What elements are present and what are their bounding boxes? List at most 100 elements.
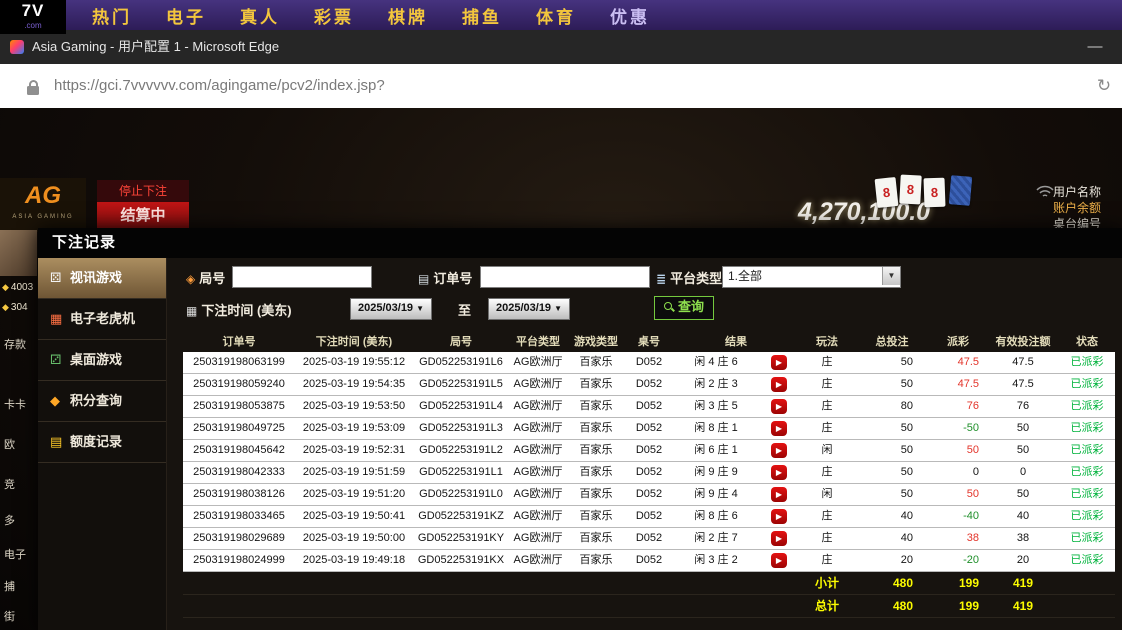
sidebar-item-points-query[interactable]: ◆积分查询 (38, 381, 166, 422)
modal-header: 下注记录 (38, 228, 1122, 258)
cell-valid: 20 (987, 550, 1059, 571)
nav-item-fishing[interactable]: 捕鱼 (462, 3, 502, 28)
table-row: 2503191980631992025-03-19 19:55:12GD0522… (183, 352, 1115, 374)
replay-button[interactable]: ▶ (771, 399, 787, 414)
nav-item-live[interactable]: 真人 (240, 3, 280, 28)
cell-platform: AG欧洲厅 (509, 550, 567, 571)
cards: 8 8 8 (876, 174, 976, 214)
cell-round: GD052253191KY (413, 528, 509, 549)
strip-item-slots[interactable]: 电子 (4, 546, 37, 562)
cell-status: 已派彩 (1059, 352, 1115, 373)
cell-time: 2025-03-19 19:53:50 (295, 396, 413, 417)
sidebar-item-table-games[interactable]: ⚂桌面游戏 (38, 340, 166, 381)
cell-payout: -20 (929, 550, 987, 571)
coin-icon: ◆ (2, 302, 9, 312)
replay-button[interactable]: ▶ (771, 443, 787, 458)
col-header-game: 游戏类型 (567, 332, 625, 352)
cell-replay: ▶ (759, 396, 799, 417)
search-button[interactable]: 查询 (654, 296, 714, 320)
replay-button[interactable]: ▶ (771, 553, 787, 568)
replay-button[interactable]: ▶ (771, 487, 787, 502)
url-text[interactable]: https://gci.7vvvvvv.com/agingame/pcv2/in… (54, 64, 385, 108)
cell-bet: 40 (855, 528, 929, 549)
sidebar-item-label: 电子老虎机 (70, 311, 135, 326)
cell-round: GD052253191L1 (413, 462, 509, 483)
favicon-icon (10, 40, 24, 54)
cell-table: D052 (625, 418, 673, 439)
nav-item-sports[interactable]: 体育 (536, 3, 576, 28)
cell-status: 已派彩 (1059, 462, 1115, 483)
chevron-down-icon: ▼ (554, 304, 562, 313)
cell-result: 闲 9 庄 9 (673, 462, 759, 483)
screen: 热门 电子 真人 彩票 棋牌 捕鱼 体育 优惠 7V .com Asia Gam… (0, 0, 1122, 630)
user-name-label: 用户名称 (1053, 184, 1122, 200)
strip-item-europe[interactable]: 欧 (4, 436, 37, 452)
cell-platform: AG欧洲厅 (509, 506, 567, 527)
round-number-input[interactable] (232, 266, 372, 288)
cell-play: 庄 (799, 418, 855, 439)
cell-payout: 50 (929, 484, 987, 505)
strip-item-multi[interactable]: 多 (4, 512, 37, 528)
col-header-time: 下注时间 (美东) (295, 332, 413, 352)
col-header-bet: 总投注 (855, 332, 929, 352)
cell-status: 已派彩 (1059, 374, 1115, 395)
sidebar-item-slot-machine[interactable]: ▦电子老虎机 (38, 299, 166, 340)
cell-payout: 0 (929, 462, 987, 483)
cell-order: 250319198024999 (183, 550, 295, 571)
cell-platform: AG欧洲厅 (509, 418, 567, 439)
replay-button[interactable]: ▶ (771, 509, 787, 524)
cell-replay: ▶ (759, 352, 799, 373)
date-from-picker[interactable]: 2025/03/19▼ (350, 298, 432, 320)
minimize-button[interactable]: — (1080, 32, 1110, 62)
cell-bet: 50 (855, 418, 929, 439)
playing-card: 8 (924, 178, 946, 208)
replay-button[interactable]: ▶ (771, 421, 787, 436)
replay-button[interactable]: ▶ (771, 355, 787, 370)
cell-result: 闲 3 庄 2 (673, 550, 759, 571)
cell-order: 250319198029689 (183, 528, 295, 549)
cell-valid: 50 (987, 440, 1059, 461)
order-number-label: ▤订单号 (418, 268, 472, 287)
nav-item-promo[interactable]: 优惠 (610, 3, 650, 28)
strip-item-fishing[interactable]: 捕 (4, 578, 37, 594)
nav-item-slots[interactable]: 电子 (166, 3, 206, 28)
cell-bet: 50 (855, 484, 929, 505)
table-row: 2503191980334652025-03-19 19:50:41GD0522… (183, 506, 1115, 528)
refresh-icon[interactable]: ↻ (1090, 72, 1118, 100)
order-number-input[interactable] (480, 266, 650, 288)
cell-valid: 47.5 (987, 374, 1059, 395)
cell-play: 庄 (799, 374, 855, 395)
balance-row: ◆4003 (2, 282, 38, 293)
cell-order: 250319198038126 (183, 484, 295, 505)
table-row: 2503191980497252025-03-19 19:53:09GD0522… (183, 418, 1115, 440)
strip-item-arcade[interactable]: 街 (4, 608, 37, 624)
platform-type-select[interactable]: 1.全部 ▼ (722, 266, 901, 288)
cell-play: 庄 (799, 462, 855, 483)
strip-item-deposit[interactable]: 存款 (4, 336, 37, 352)
col-header-status: 状态 (1059, 332, 1115, 352)
cell-bet: 50 (855, 440, 929, 461)
table-row: 2503191980249992025-03-19 19:49:18GD0522… (183, 550, 1115, 572)
cell-platform: AG欧洲厅 (509, 440, 567, 461)
cell-result: 闲 2 庄 3 (673, 374, 759, 395)
nav-item-board[interactable]: 棋牌 (388, 3, 428, 28)
replay-button[interactable]: ▶ (771, 377, 787, 392)
nav-item-hot[interactable]: 热门 (92, 3, 132, 28)
sidebar-item-quota-records[interactable]: ▤额度记录 (38, 422, 166, 463)
sidebar-item-video-games[interactable]: ⚄视讯游戏 (38, 258, 166, 299)
slot-icon: ▦ (50, 299, 70, 339)
date-to-picker[interactable]: 2025/03/19▼ (488, 298, 570, 320)
cell-play: 闲 (799, 440, 855, 461)
cell-game: 百家乐 (567, 462, 625, 483)
strip-item-cagayan[interactable]: 卡卡 (4, 396, 37, 412)
total-status (1059, 595, 1115, 617)
replay-button[interactable]: ▶ (771, 465, 787, 480)
col-header-round: 局号 (413, 332, 509, 352)
cell-replay: ▶ (759, 418, 799, 439)
replay-button[interactable]: ▶ (771, 531, 787, 546)
strip-item-jingmi[interactable]: 竞 (4, 476, 37, 492)
site-logo[interactable]: 7V .com (0, 0, 66, 34)
nav-item-lottery[interactable]: 彩票 (314, 3, 354, 28)
cell-table: D052 (625, 506, 673, 527)
cell-result: 闲 8 庄 6 (673, 506, 759, 527)
